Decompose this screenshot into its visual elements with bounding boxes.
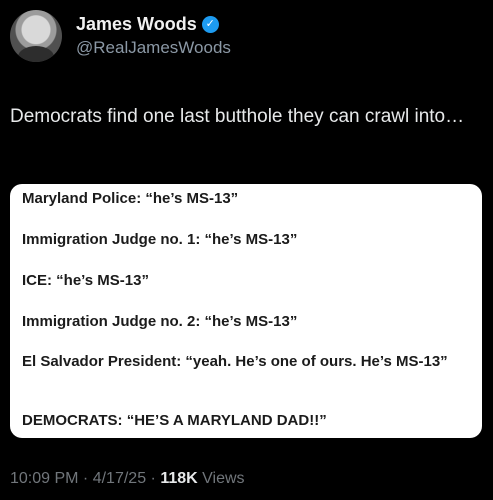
separator: · (78, 470, 93, 487)
views-label: Views (202, 470, 245, 487)
verified-badge-icon: ✓ (201, 16, 219, 33)
name-row: James Woods ✓ (76, 14, 231, 35)
quote-line: El Salvador President: “yeah. He’s one o… (22, 353, 448, 370)
tweet: James Woods ✓ @RealJamesWoods Democrats … (0, 0, 493, 500)
tweet-text: Democrats find one last butthole they ca… (10, 106, 465, 127)
views-count[interactable]: 118K (160, 470, 197, 487)
quote-line: ICE: “he’s MS-13” (22, 272, 149, 289)
quote-line: DEMOCRATS: “HE’S A MARYLAND DAD!!” (22, 412, 327, 429)
tweet-meta: 10:09 PM · 4/17/25 · 118K Views (10, 470, 245, 488)
handle[interactable]: @RealJamesWoods (76, 38, 231, 58)
author-names: James Woods ✓ @RealJamesWoods (76, 14, 231, 58)
quoted-image[interactable]: Maryland Police: “he’s MS-13” Immigratio… (10, 184, 482, 438)
separator: · (146, 470, 161, 487)
quote-line: Maryland Police: “he’s MS-13” (22, 190, 239, 207)
tweet-header: James Woods ✓ @RealJamesWoods (10, 10, 231, 62)
tweet-date[interactable]: 4/17/25 (93, 470, 146, 487)
display-name[interactable]: James Woods (76, 14, 197, 35)
tweet-time[interactable]: 10:09 PM (10, 470, 78, 487)
avatar[interactable] (10, 10, 62, 62)
quote-line: Immigration Judge no. 2: “he’s MS-13” (22, 313, 298, 330)
quote-line: Immigration Judge no. 1: “he’s MS-13” (22, 231, 298, 248)
